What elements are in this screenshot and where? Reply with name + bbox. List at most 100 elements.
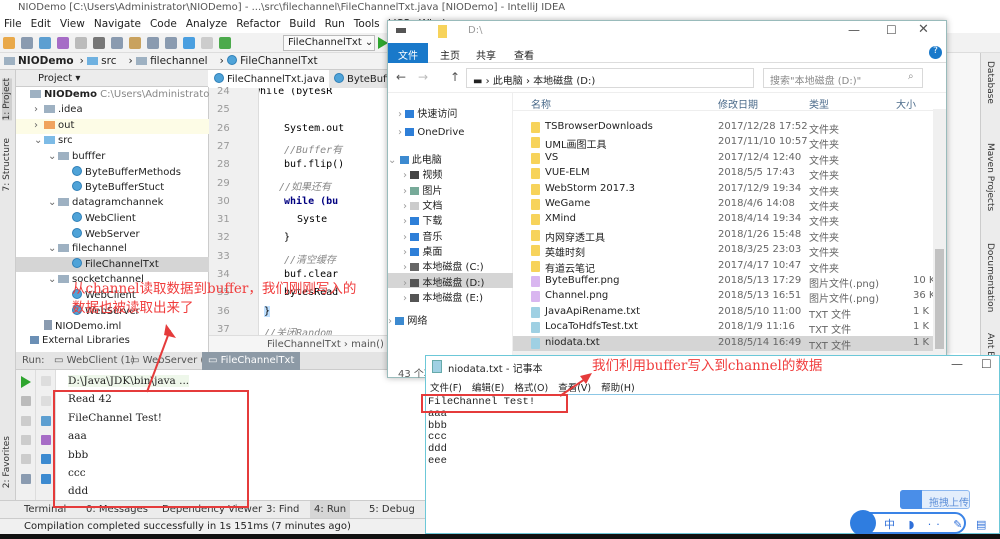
tool-documentation[interactable]: Documentation — [985, 243, 995, 312]
rerun-icon[interactable] — [21, 376, 31, 388]
ribbon-view[interactable]: 查看 — [504, 43, 544, 63]
menu-analyze[interactable]: Analyze — [186, 18, 227, 33]
menu-build[interactable]: Build — [289, 18, 315, 33]
name-col[interactable]: 名称 — [531, 96, 551, 111]
nav-item[interactable]: › 文档 — [388, 196, 513, 211]
tree-item[interactable]: WebClient — [16, 211, 209, 226]
code-editor[interactable]: while (bytesRSystem.out//Buffer有buf.flip… — [259, 88, 387, 335]
menu-navigate[interactable]: Navigate — [94, 18, 141, 33]
redo-icon[interactable] — [75, 37, 87, 49]
menu-code[interactable]: Code — [150, 18, 177, 33]
minimize-button[interactable]: — — [848, 23, 860, 37]
menu-view[interactable]: View — [60, 18, 85, 33]
menu-edit[interactable]: Edit — [31, 18, 51, 33]
find-icon[interactable] — [147, 37, 159, 49]
exit-icon[interactable] — [21, 454, 31, 464]
search-input[interactable]: 搜索"本地磁盘 (D:)"⌕ — [763, 68, 923, 88]
tree-item[interactable]: WebServer — [16, 227, 209, 242]
tree-item[interactable]: ›.idea — [16, 103, 209, 118]
down-icon[interactable] — [41, 396, 51, 406]
undo-icon[interactable] — [57, 37, 69, 49]
file-row[interactable]: VUE-ELM2018/5/5 17:43文件夹 — [513, 166, 933, 181]
nav-item[interactable]: › 本地磁盘 (C:) — [388, 257, 513, 272]
type-col[interactable]: 类型 — [809, 96, 829, 111]
crumb-src[interactable]: src — [87, 55, 122, 67]
nav-item[interactable]: › 快速访问 — [388, 104, 513, 119]
menu-refactor[interactable]: Refactor — [236, 18, 280, 33]
tree-item[interactable]: ⌄src — [16, 134, 209, 149]
wrap-icon[interactable] — [41, 416, 51, 426]
crumb-class[interactable]: FileChannelTxt — [227, 55, 323, 67]
tool-project[interactable]: 1: Project — [2, 78, 12, 120]
tool-database[interactable]: Database — [985, 61, 995, 104]
open-icon[interactable] — [3, 37, 15, 49]
tree-item[interactable]: ⌄bufffer — [16, 150, 209, 165]
nav-item[interactable]: › 桌面 — [388, 242, 513, 257]
sync-icon[interactable] — [39, 37, 51, 49]
scroll-end-icon[interactable] — [41, 435, 51, 445]
nav-item[interactable]: › OneDrive — [388, 126, 513, 141]
maximize-button[interactable]: ☐ — [886, 23, 897, 37]
tree-item[interactable]: ByteBufferMethods — [16, 165, 209, 180]
np-menu-item[interactable]: 查看(V) — [558, 380, 591, 394]
up-button[interactable]: ↑ — [450, 70, 460, 84]
replace-icon[interactable] — [165, 37, 177, 49]
file-row[interactable]: XMind2018/4/14 19:34文件夹 — [513, 212, 933, 227]
pause-icon[interactable] — [21, 416, 31, 426]
vertical-scrollbar[interactable] — [933, 109, 946, 359]
file-row[interactable]: 英雄时刻2018/3/25 23:03文件夹 — [513, 243, 933, 258]
file-row[interactable]: VS2017/12/4 12:40文件夹 — [513, 151, 933, 166]
bottom-tab[interactable]: 4: Run — [310, 501, 350, 519]
build-icon[interactable] — [219, 37, 231, 49]
nav-item[interactable]: ⌄ 此电脑 — [388, 150, 513, 165]
tool-structure[interactable]: 7: Structure — [2, 138, 12, 192]
nav-item[interactable]: › 本地磁盘 (E:) — [388, 288, 513, 303]
np-menu-item[interactable]: 帮助(H) — [601, 380, 635, 394]
nav-item[interactable]: › 网络 — [388, 311, 513, 326]
file-row[interactable]: 内网穿透工具2018/1/26 15:48文件夹 — [513, 228, 933, 243]
file-row[interactable]: TSBrowserDownloads2017/12/28 17:52文件夹 — [513, 120, 933, 135]
scroll-thumb[interactable] — [935, 249, 944, 349]
close-button[interactable]: ✕ — [918, 22, 929, 37]
file-row[interactable]: LocaToHdfsTest.txt2018/1/9 11:16TXT 文件1 … — [513, 320, 933, 335]
nav-item[interactable]: › 本地磁盘 (D:) — [388, 273, 513, 288]
file-row[interactable]: UML画图工具2017/11/10 10:57文件夹 — [513, 135, 933, 150]
tree-item[interactable]: NIODemo C:\Users\Administrator\NIODemo — [16, 88, 209, 103]
stop-icon[interactable] — [21, 396, 31, 406]
help-icon[interactable]: ? — [929, 46, 942, 59]
date-col[interactable]: 修改日期 — [718, 96, 758, 111]
bottom-tab[interactable]: 3: Find — [262, 501, 303, 519]
ribbon-home[interactable]: 主页 — [430, 43, 470, 63]
tree-item[interactable]: ⌄filechannel — [16, 242, 209, 257]
bottom-tab[interactable]: 5: Debug — [365, 501, 419, 519]
run-config-select[interactable]: FileChannelTxt ⌄ — [283, 35, 375, 51]
folder-icon[interactable] — [438, 25, 447, 38]
tree-item[interactable]: ⌄datagramchannek — [16, 196, 209, 211]
print-icon[interactable] — [41, 454, 51, 464]
file-row[interactable]: WebStorm 2017.32017/12/9 19:34文件夹 — [513, 182, 933, 197]
address-bar[interactable]: ▬ › 此电脑 › 本地磁盘 (D:) — [466, 68, 754, 88]
back-button[interactable]: ← — [396, 70, 406, 84]
np-menu-item[interactable]: 文件(F) — [430, 380, 462, 394]
back-icon[interactable] — [183, 37, 195, 49]
copy-icon[interactable] — [111, 37, 123, 49]
np-menu-item[interactable]: 编辑(E) — [472, 380, 504, 394]
ime-toolbar[interactable]: 中 ◗ ·· ✎ ▤ ☺ — [852, 512, 966, 534]
forward-button[interactable]: → — [418, 70, 428, 84]
tree-item[interactable]: ›out — [16, 119, 209, 134]
clear-icon[interactable] — [41, 474, 51, 484]
menu-file[interactable]: File — [4, 18, 22, 33]
up-icon[interactable] — [41, 376, 51, 386]
nav-item[interactable]: › 音乐 — [388, 227, 513, 242]
file-row[interactable]: niodata.txt2018/5/14 16:49TXT 文件1 K — [513, 336, 933, 351]
forward-icon[interactable] — [201, 37, 213, 49]
nav-item[interactable]: › 下载 — [388, 211, 513, 226]
crumb-filechannel[interactable]: filechannel — [136, 55, 214, 67]
save-icon[interactable] — [21, 37, 33, 49]
run-tab-filechanneltxt[interactable]: ▭ FileChannelTxt — [202, 352, 300, 370]
tree-item[interactable]: FileChannelTxt — [16, 257, 209, 272]
crumb-project[interactable]: NIODemo — [4, 55, 74, 67]
ribbon-share[interactable]: 共享 — [466, 43, 506, 63]
np-maximize-button[interactable]: ☐ — [981, 357, 992, 371]
project-view-select[interactable]: Project — [38, 73, 72, 84]
